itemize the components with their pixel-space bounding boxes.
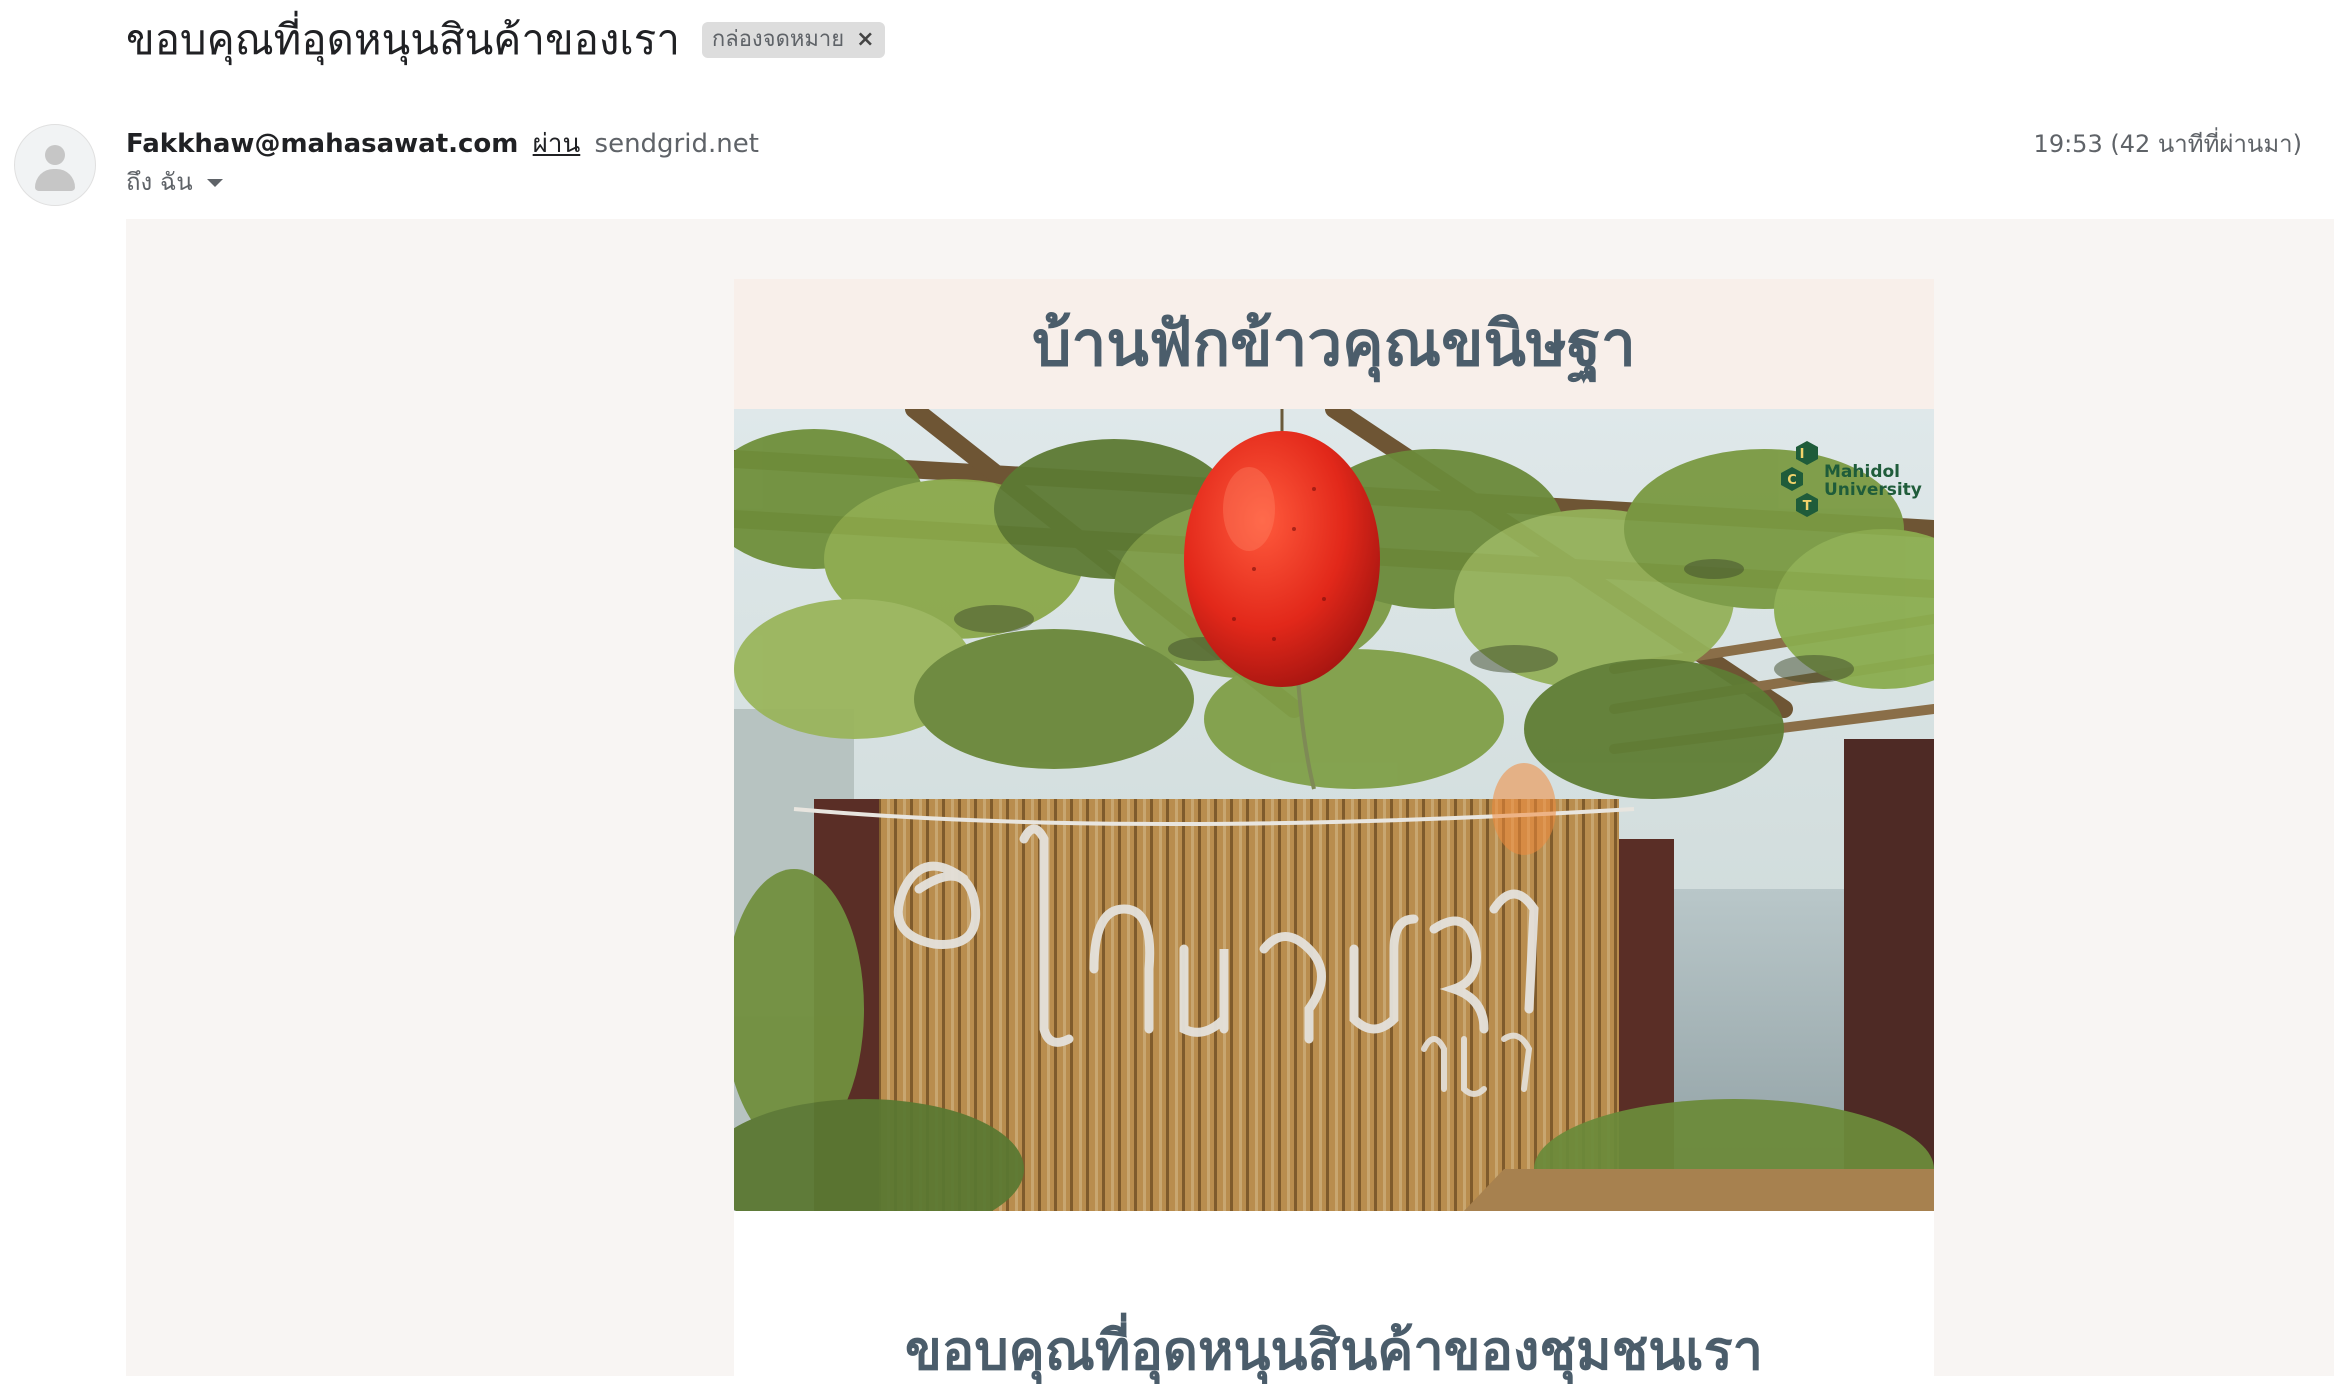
logo-letter: T [1803,499,1812,514]
inbox-label: กล่องจดหมาย [711,27,845,52]
email-body-canvas: บ้านฟักข้าวคุณขนิษฐา I C T Mahidol Unive… [126,219,2334,1382]
hero-illustration: I C T Mahidol University [734,409,1934,1211]
email-card: บ้านฟักข้าวคุณขนิษฐา I C T Mahidol Unive… [734,279,1934,1382]
logo-text-line1: Mahidol [1824,462,1900,482]
brand-title: บ้านฟักข้าวคุณขนิษฐา [1032,307,1636,380]
hero-image: I C T Mahidol University [734,409,1934,1211]
via-link[interactable]: ผ่าน [533,129,581,159]
inbox-label-chip[interactable]: กล่องจดหมาย × [701,22,885,58]
sender-row: Fakkhaw@mahasawat.com ผ่าน sendgrid.net [126,126,759,162]
thank-you-heading: ขอบคุณที่อุดหนุนสินค้าของชุมชนเรา [905,1318,1763,1382]
person-placeholder-icon [45,145,65,165]
sender-avatar[interactable] [14,124,96,206]
email-timestamp: 19:53 (42 นาทีที่ผ่านมา) [2033,130,2302,158]
email-subject: ขอบคุณที่อุดหนุนสินค้าของเรา [126,15,680,64]
subject-row: ขอบคุณที่อุดหนุนสินค้าของเรา กล่องจดหมาย… [126,10,885,70]
logo-letter: I [1800,447,1805,462]
logo-letter: C [1787,473,1797,488]
person-placeholder-icon-body [35,169,75,191]
logo-text-line2: University [1824,480,1922,500]
via-domain: sendgrid.net [594,129,759,159]
sender-email[interactable]: Fakkhaw@mahasawat.com [126,129,518,159]
recipient-details-toggle[interactable]: ถึง ฉัน [126,166,223,198]
recipient-label: ถึง ฉัน [126,168,193,196]
close-icon[interactable]: × [856,24,874,56]
caret-down-icon[interactable] [206,179,223,187]
brand-header: บ้านฟักข้าวคุณขนิษฐา [734,279,1934,409]
